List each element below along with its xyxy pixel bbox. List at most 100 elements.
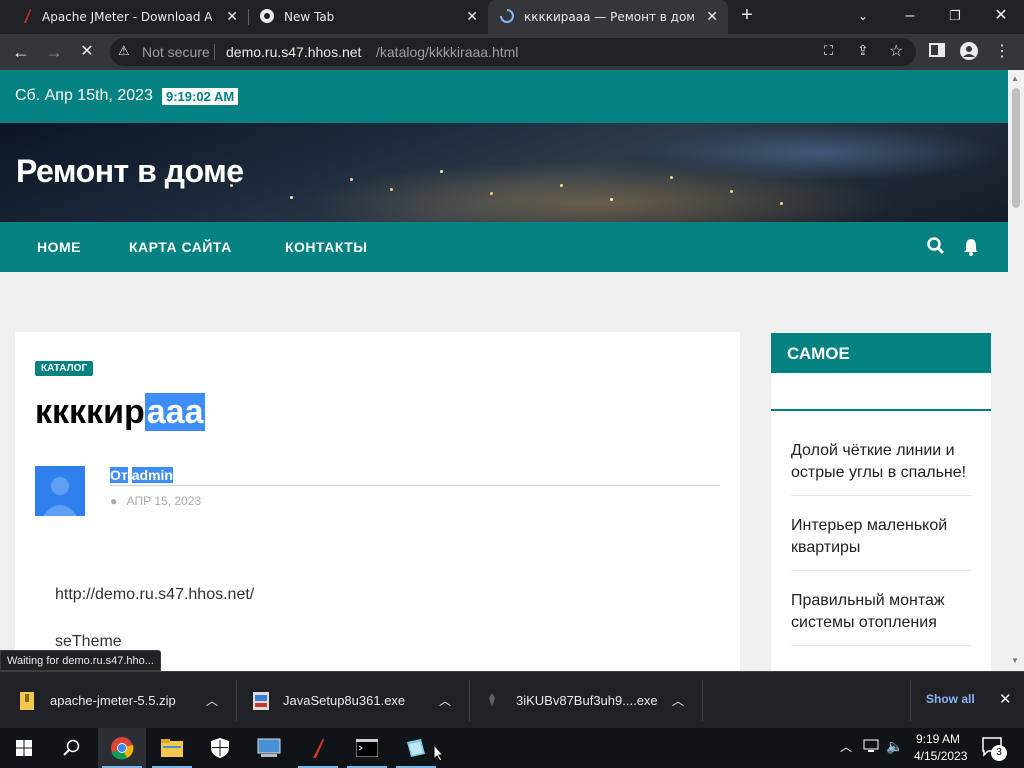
- post-title-text: ккккир: [35, 393, 145, 431]
- tab-jmeter[interactable]: Apache JMeter - Download Apac ✕: [8, 0, 248, 34]
- author-line: От admin: [110, 467, 173, 483]
- header-banner: Ремонт в доме: [0, 123, 1008, 222]
- nav-home[interactable]: HOME: [37, 222, 81, 272]
- menu-kebab-icon[interactable]: ⋮: [992, 42, 1012, 62]
- security-label[interactable]: Not secure: [142, 44, 210, 60]
- nav-contacts[interactable]: КОНТАКТЫ: [285, 222, 367, 272]
- download-filename: JavaSetup8u361.exe: [283, 693, 406, 708]
- clock-icon: ●: [110, 494, 118, 508]
- tab-new-tab[interactable]: New Tab ✕: [248, 0, 488, 34]
- volume-icon[interactable]: 🔈: [886, 738, 903, 755]
- security-shield-icon[interactable]: [196, 728, 244, 768]
- bookmark-star-icon[interactable]: ☆: [889, 41, 903, 61]
- page-viewport: Сб. Апр 15th, 2023 9:19:02 AM Ремонт в д…: [0, 70, 1008, 671]
- forward-arrow-icon[interactable]: →: [44, 42, 64, 62]
- show-all-downloads-link[interactable]: Show all: [926, 692, 975, 706]
- back-arrow-icon[interactable]: ←: [11, 42, 31, 62]
- chevron-up-icon[interactable]: ︿: [206, 692, 218, 709]
- show-hidden-icons-chevron[interactable]: ︿: [840, 738, 852, 755]
- sidebar-heading-bar: САМОЕ: [771, 333, 991, 373]
- scrollbar-thumb[interactable]: [1012, 88, 1020, 208]
- search-icon[interactable]: [927, 237, 945, 260]
- jmeter-feather-icon: [22, 8, 32, 27]
- browser-toolbar: ← → ✕ ⚠ Not secure demo.ru.s47.hhos.net …: [0, 34, 1024, 70]
- post-title: ккккирaaa: [35, 388, 206, 436]
- tab-strip: Apache JMeter - Download Apac ✕ New Tab …: [0, 0, 1024, 34]
- close-window-icon[interactable]: ✕: [991, 6, 1011, 26]
- close-tab-icon[interactable]: ✕: [706, 9, 718, 25]
- sidebar-post-link[interactable]: Долой чёткие линии и острые углы в спаль…: [791, 440, 971, 484]
- command-prompt-icon[interactable]: [343, 728, 391, 768]
- file-icon: [486, 692, 502, 710]
- status-bubble: Waiting for demo.ru.s47.hho...: [0, 650, 161, 671]
- author-prefix: От: [110, 467, 128, 483]
- translate-icon[interactable]: ⛶: [824, 43, 833, 59]
- tab-title: ккккираaa — Ремонт в доме: [524, 10, 694, 24]
- downloads-bar: apache-jmeter-5.5.zip ︿ JavaSetup8u361.e…: [0, 671, 1024, 728]
- chrome-icon: [260, 8, 274, 26]
- chevron-up-icon[interactable]: ︿: [672, 692, 684, 709]
- download-item[interactable]: JavaSetup8u361.exe: [253, 672, 405, 729]
- notifications-icon[interactable]: 3: [982, 736, 1007, 763]
- stop-loading-icon[interactable]: ✕: [77, 42, 97, 62]
- search-icon[interactable]: [48, 728, 96, 768]
- author-divider: [110, 485, 720, 486]
- jmeter-feather-icon[interactable]: [294, 728, 342, 768]
- windows-taskbar: ︿ 🔈 9:19 AM 4/15/2023 3: [0, 728, 1024, 768]
- site-topbar: Сб. Апр 15th, 2023 9:19:02 AM: [0, 70, 1008, 123]
- site-date: Сб. Апр 15th, 2023: [15, 87, 153, 104]
- zip-file-icon: [20, 691, 36, 710]
- share-icon[interactable]: ⇪: [857, 42, 869, 59]
- post-date: АПР 15, 2023: [126, 494, 202, 508]
- sidebar-heading: САМОЕ: [787, 344, 850, 363]
- chrome-taskbar-icon[interactable]: [98, 728, 146, 768]
- download-filename: apache-jmeter-5.5.zip: [50, 693, 176, 708]
- warning-triangle-icon: ⚠: [118, 43, 130, 58]
- restore-icon[interactable]: ❐: [945, 6, 965, 26]
- tab-title: Apache JMeter - Download Apac: [42, 10, 212, 24]
- author-avatar[interactable]: [35, 466, 85, 516]
- sidebar-post-link[interactable]: Правильный монтаж системы отопления: [791, 590, 971, 634]
- url-path: /katalog/kkkkiraaa.html: [376, 44, 519, 60]
- site-clock-badge: 9:19:02 AM: [162, 88, 239, 105]
- loading-spinner-icon: [500, 8, 514, 26]
- post-body-text: seTheme: [55, 633, 122, 650]
- main-nav: HOME КАРТА САЙТА КОНТАКТЫ: [0, 222, 1008, 272]
- exe-file-icon: [253, 691, 269, 710]
- url-host: demo.ru.s47.hhos.net: [226, 44, 362, 60]
- side-panel-icon[interactable]: [927, 42, 947, 64]
- post-meta: ● АПР 15, 2023: [110, 494, 201, 508]
- download-item[interactable]: apache-jmeter-5.5.zip: [20, 672, 176, 729]
- taskbar-date[interactable]: 4/15/2023: [914, 749, 967, 763]
- download-filename: 3iKUBv87Buf3uh9....exe: [516, 693, 658, 708]
- close-tab-icon[interactable]: ✕: [226, 9, 238, 25]
- bell-icon[interactable]: [963, 238, 979, 261]
- network-icon[interactable]: [863, 739, 879, 756]
- close-downloads-icon[interactable]: ✕: [999, 690, 1012, 708]
- post-body-link[interactable]: http://demo.ru.s47.hhos.net/: [55, 586, 254, 604]
- post-card: КАТАЛОГ ккккирaaa От admin ● АПР 15, 2023…: [15, 332, 740, 671]
- sidebar-widget: САМОЕ Долой чёткие линии и острые углы в…: [771, 333, 991, 671]
- profile-avatar-icon[interactable]: [959, 42, 979, 66]
- minimize-icon[interactable]: –: [900, 6, 920, 26]
- chevron-up-icon[interactable]: ︿: [439, 692, 451, 709]
- new-tab-plus-icon[interactable]: +: [737, 5, 757, 25]
- site-title[interactable]: Ремонт в доме: [16, 153, 244, 190]
- tab-search-chevron-icon[interactable]: ⌄: [853, 6, 873, 26]
- notification-count-badge: 3: [991, 745, 1007, 761]
- mouse-cursor-icon: [433, 743, 445, 767]
- network-app-icon[interactable]: [245, 728, 293, 768]
- close-tab-icon[interactable]: ✕: [466, 9, 478, 25]
- file-explorer-icon[interactable]: [148, 728, 196, 768]
- windows-start-icon[interactable]: [0, 728, 48, 768]
- address-bar[interactable]: ⚠ Not secure demo.ru.s47.hhos.net /katal…: [110, 38, 916, 66]
- tab-active-site[interactable]: ккккираaa — Ремонт в доме ✕: [488, 0, 728, 34]
- page-scrollbar[interactable]: ▲ ▼: [1008, 70, 1024, 671]
- sidebar-post-link[interactable]: Интерьер маленькой квартиры: [791, 515, 971, 559]
- tab-title: New Tab: [284, 10, 335, 24]
- nav-sitemap[interactable]: КАРТА САЙТА: [129, 222, 232, 272]
- author-link[interactable]: admin: [131, 467, 173, 483]
- download-item[interactable]: 3iKUBv87Buf3uh9....exe: [486, 672, 658, 729]
- category-badge[interactable]: КАТАЛОГ: [35, 361, 94, 376]
- taskbar-clock[interactable]: 9:19 AM: [916, 732, 960, 746]
